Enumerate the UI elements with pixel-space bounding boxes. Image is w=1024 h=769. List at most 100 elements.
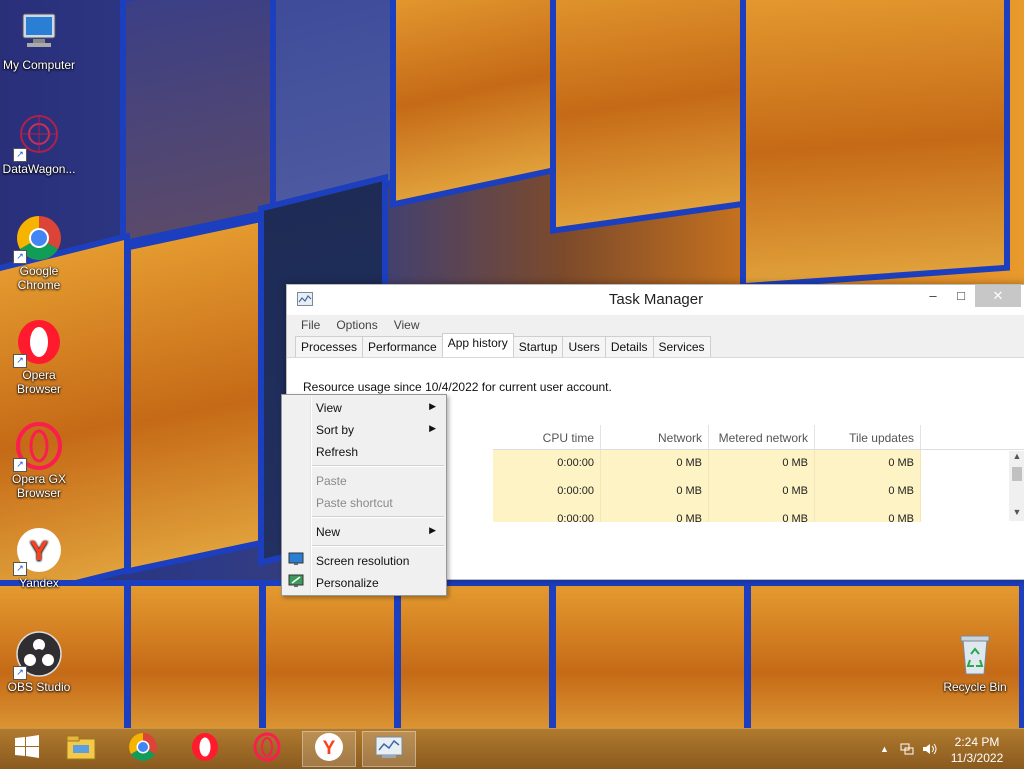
system-tray: ▲ 2:24 PM 11/3/2022 (864, 729, 1024, 769)
context-item-refresh[interactable]: Refresh (284, 441, 444, 461)
taskbar: Y ▲ 2:24 PM 11/3/2022 (0, 728, 1024, 769)
start-icon (13, 733, 41, 766)
cell-cpu-time: 0:00:00 (493, 450, 601, 478)
desktop-icon-opera-gx[interactable]: ↗ Opera GX Browser (0, 422, 78, 500)
task-manager-titlebar[interactable]: Task Manager – □ ✕ (287, 285, 1024, 315)
taskbar-task-manager[interactable] (362, 731, 416, 767)
submenu-arrow-icon: ▶ (429, 423, 436, 433)
context-item-label: Screen resolution (316, 554, 410, 568)
column-header-metered-network[interactable]: Metered network (709, 425, 815, 449)
tab-processes[interactable]: Processes (295, 336, 364, 357)
menu-options[interactable]: Options (328, 315, 385, 332)
taskbar-clock[interactable]: 2:24 PM 11/3/2022 (946, 734, 1008, 766)
desktop-icon-opera-browser[interactable]: ↗ Opera Browser (0, 318, 78, 396)
desktop-icon-label: Yandex (19, 576, 59, 590)
desktop-icon-label: My Computer (2, 58, 76, 72)
recycle-bin-icon (951, 630, 999, 678)
start-button[interactable] (0, 731, 54, 767)
menu-bar: File Options View (287, 315, 1024, 335)
close-button[interactable]: ✕ (975, 285, 1021, 307)
wallpaper-panel (550, 0, 750, 235)
cell-metered-network: 0 MB (709, 506, 815, 522)
cell-metered-network: 0 MB (709, 478, 815, 506)
show-hidden-icons-icon[interactable]: ▲ (880, 744, 889, 754)
tab-users[interactable]: Users (562, 336, 606, 357)
column-header-cpu-time[interactable]: CPU time (493, 425, 601, 449)
taskbar-file-explorer[interactable] (54, 731, 108, 767)
wallpaper-panel (120, 0, 280, 248)
desktop-context-menu: View ▶ Sort by ▶ Refresh Paste Paste sho… (281, 394, 447, 596)
table-row[interactable]: 0:00:00 0 MB 0 MB 0 MB (493, 478, 1024, 506)
desktop-icon-google-chrome[interactable]: ↗ Google Chrome (0, 214, 78, 292)
column-header-tile-updates[interactable]: Tile updates (815, 425, 921, 449)
context-item-paste: Paste (284, 470, 444, 490)
cell-tile-updates: 0 MB (815, 506, 921, 522)
shortcut-arrow-icon: ↗ (13, 148, 27, 162)
tab-startup[interactable]: Startup (512, 336, 564, 357)
table-row[interactable]: 0:00:00 0 MB 0 MB 0 MB (493, 506, 1024, 522)
svg-text:Y: Y (323, 738, 336, 759)
opera-icon: ↗ (13, 318, 63, 368)
desktop-icon-my-computer[interactable]: My Computer (0, 8, 78, 72)
tab-services[interactable]: Services (652, 336, 711, 357)
context-item-screen-resolution[interactable]: Screen resolution (284, 550, 444, 570)
datawagon-icon: ↗ (13, 112, 63, 162)
cell-cpu-time: 0:00:00 (493, 478, 601, 506)
maximize-button[interactable]: □ (947, 285, 975, 307)
cell-network: 0 MB (601, 478, 709, 506)
desktop-icon-label: DataWagon... (2, 162, 76, 176)
taskbar-yandex[interactable]: Y (302, 731, 356, 767)
chrome-icon (128, 732, 158, 767)
taskbar-opera[interactable] (178, 731, 232, 767)
tab-details[interactable]: Details (604, 336, 654, 357)
shortcut-arrow-icon: ↗ (13, 354, 27, 368)
screen-resolution-icon (288, 552, 304, 566)
scroll-down-icon[interactable]: ▼ (1009, 507, 1024, 521)
column-header-network[interactable]: Network (601, 425, 709, 449)
taskbar-chrome[interactable] (116, 731, 170, 767)
menu-view[interactable]: View (386, 315, 428, 332)
table-body: 0:00:00 0 MB 0 MB 0 MB 0:00:00 0 MB 0 MB… (493, 450, 1024, 522)
clock-date: 11/3/2022 (950, 751, 1004, 765)
scroll-thumb[interactable] (1012, 467, 1022, 481)
wallpaper-panel (550, 580, 750, 750)
vertical-scrollbar[interactable]: ▲ ▼ (1009, 451, 1024, 521)
table-row[interactable]: 0:00:00 0 MB 0 MB 0 MB (493, 450, 1024, 478)
tab-app-history[interactable]: App history (441, 333, 514, 357)
context-item-label: New (316, 525, 341, 539)
menu-separator (312, 465, 444, 467)
shortcut-arrow-icon: ↗ (13, 666, 27, 680)
desktop-icon-obs-studio[interactable]: ↗ OBS Studio (0, 630, 78, 694)
taskbar-opera-gx[interactable] (240, 731, 294, 767)
desktop-icon-datawagon[interactable]: ↗ DataWagon... (0, 112, 78, 176)
volume-icon[interactable] (922, 742, 938, 759)
cell-tile-updates: 0 MB (815, 450, 921, 478)
obs-icon: ↗ (13, 630, 63, 680)
context-item-personalize[interactable]: Personalize (284, 572, 444, 592)
cell-tile-updates: 0 MB (815, 478, 921, 506)
opera-gx-icon (252, 732, 282, 767)
cell-cpu-time: 0:00:00 (493, 506, 601, 522)
menu-file[interactable]: File (293, 315, 328, 332)
scroll-up-icon[interactable]: ▲ (1009, 451, 1024, 465)
context-item-sort-by[interactable]: Sort by ▶ (284, 419, 444, 439)
yandex-icon: Y ↗ (13, 526, 63, 576)
menu-separator (312, 545, 444, 547)
context-item-label: Refresh (316, 445, 359, 459)
minimize-button[interactable]: – (919, 285, 947, 307)
shortcut-arrow-icon: ↗ (13, 562, 27, 576)
computer-icon (15, 8, 63, 56)
desktop-icon-yandex[interactable]: Y ↗ Yandex (0, 526, 78, 590)
context-item-label: Paste shortcut (316, 496, 393, 510)
context-item-new[interactable]: New ▶ (284, 521, 444, 541)
network-icon[interactable] (900, 742, 914, 759)
menu-separator (312, 516, 444, 518)
desktop-icon-label: Opera Browser (16, 368, 61, 396)
svg-text:Y: Y (30, 535, 49, 566)
tab-performance[interactable]: Performance (362, 336, 443, 357)
context-item-view[interactable]: View ▶ (284, 397, 444, 417)
desktop-icon-recycle-bin[interactable]: Recycle Bin (936, 630, 1014, 694)
wallpaper-panel (260, 580, 400, 750)
cell-metered-network: 0 MB (709, 450, 815, 478)
submenu-arrow-icon: ▶ (429, 401, 436, 411)
